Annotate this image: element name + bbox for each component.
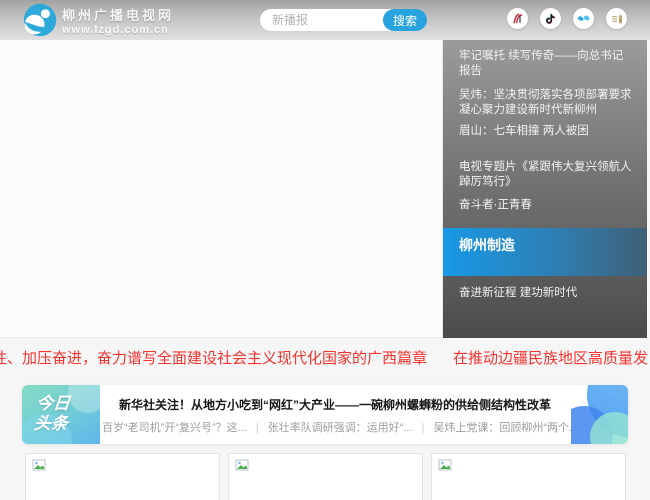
sidebar-item[interactable]: 眉山：七车相撞 两人被困 bbox=[443, 124, 647, 139]
badge-text: 今日 头条 bbox=[33, 394, 71, 434]
search-bar: 搜索 bbox=[260, 9, 427, 31]
sidebar-item[interactable]: 电视专题片《紧跟伟大复兴领航人 踔厉笃行》 bbox=[443, 160, 647, 190]
gold-seal-icon[interactable] bbox=[606, 8, 627, 29]
badge-line1: 今日 bbox=[35, 394, 72, 413]
sidebar-item[interactable]: 奋斗者·正青春 bbox=[443, 198, 647, 213]
search-button[interactable]: 搜索 bbox=[383, 9, 427, 31]
sub-headline-link[interactable]: 张壮率队调研强调：运用好“... bbox=[268, 422, 413, 434]
ticker-item[interactable]: 性、加压奋进，奋力谱写全面建设社会主义现代化国家的广西篇章 bbox=[0, 348, 427, 370]
badge-line2: 头条 bbox=[33, 414, 69, 433]
news-card[interactable] bbox=[431, 453, 626, 500]
sub-headlines: 百岁“老司机”开“复兴号”？这... | 张壮率队调研强调：运用好“... | 吴炜上党… bbox=[102, 419, 578, 435]
site-title: 柳州广播电视网 bbox=[62, 7, 175, 23]
broken-image-icon bbox=[235, 459, 249, 471]
social-icons bbox=[507, 8, 627, 29]
sidebar-item[interactable]: 奋进新征程 建功新时代 bbox=[443, 286, 647, 301]
today-headlines-badge: 今日 头条 bbox=[22, 385, 100, 444]
broken-image-icon bbox=[32, 459, 46, 471]
header: 柳州广播电视网 www.lzgd.com.cn 搜索 bbox=[0, 0, 650, 40]
sidebar-item-active[interactable]: 柳州制造 bbox=[443, 228, 647, 276]
site-url: www.lzgd.com.cn bbox=[62, 23, 169, 36]
site-logo[interactable]: 柳州广播电视网 www.lzgd.com.cn bbox=[22, 2, 174, 38]
sidebar-item[interactable]: 吴炜：坚决贯彻落实各项部署要求 凝心聚力建设新时代新柳州 bbox=[443, 88, 647, 118]
ticker-track: 性、加压奋进，奋力谱写全面建设社会主义现代化国家的广西篇章 在推动边疆民族地区高… bbox=[0, 348, 650, 370]
red-calligraphy-icon[interactable] bbox=[507, 8, 528, 29]
sub-headline-link[interactable]: 百岁“老司机”开“复兴号”？这... bbox=[102, 422, 247, 434]
blue-wave-icon[interactable] bbox=[573, 8, 594, 29]
headline-card: 今日 头条 新华社关注！从地方小吃到“网红”大产业——一碗柳州螺蛳粉的供给侧结构… bbox=[22, 385, 628, 444]
broken-image-icon bbox=[438, 459, 452, 471]
feature-area bbox=[0, 40, 443, 338]
headline-body: 新华社关注！从地方小吃到“网红”大产业——一碗柳州螺蛳粉的供给侧结构性改革 百岁… bbox=[102, 385, 578, 444]
douyin-icon[interactable] bbox=[540, 8, 561, 29]
news-sidebar: 牢记嘱托 续写传奇——向总书记报告 吴炜：坚决贯彻落实各项部署要求 凝心聚力建设… bbox=[443, 40, 647, 338]
logo-swirl-icon bbox=[22, 2, 58, 38]
news-ticker: 性、加压奋进，奋力谱写全面建设社会主义现代化国家的广西篇章 在推动边疆民族地区高… bbox=[0, 348, 650, 370]
badge-bubble bbox=[68, 385, 100, 413]
separator: | bbox=[421, 422, 425, 434]
news-card[interactable] bbox=[25, 453, 220, 500]
sub-headline-link[interactable]: 吴炜上党课：回顾柳州“两个... bbox=[433, 422, 578, 434]
ticker-item[interactable]: 在推动边疆民族地区高质量发 bbox=[453, 348, 648, 370]
news-card[interactable] bbox=[228, 453, 423, 500]
decor-tile bbox=[571, 385, 628, 444]
sidebar-item[interactable]: 牢记嘱托 续写传奇——向总书记报告 bbox=[443, 49, 647, 79]
main-headline-link[interactable]: 新华社关注！从地方小吃到“网红”大产业——一碗柳州螺蛳粉的供给侧结构性改革 bbox=[102, 396, 568, 413]
separator: | bbox=[255, 422, 259, 434]
